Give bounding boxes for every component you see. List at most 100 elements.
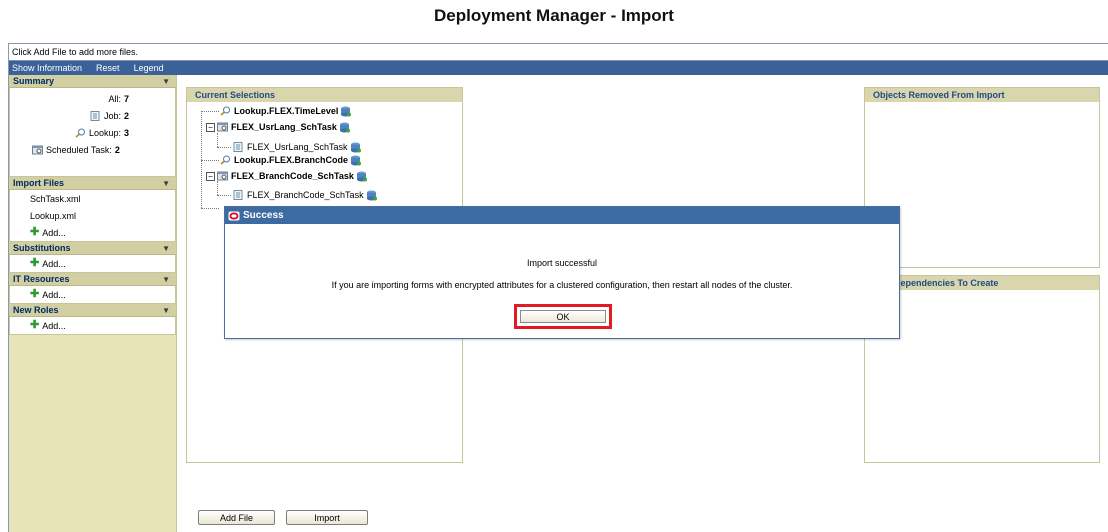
plus-icon: ✚ (30, 257, 40, 269)
database-icon (356, 171, 367, 181)
ok-button[interactable]: OK (520, 310, 606, 323)
tree-line (217, 147, 231, 148)
substitutions-title: Substitutions (13, 243, 71, 253)
lookup-icon (75, 128, 85, 138)
tree-line (201, 111, 219, 112)
summary-value: 7 (123, 93, 129, 104)
summary-value: 3 (123, 127, 129, 138)
database-icon (350, 142, 361, 152)
objects-removed-title: Objects Removed From Import (865, 88, 1099, 102)
collapse-arrow-icon[interactable]: ▼ (162, 275, 170, 284)
summary-header[interactable]: Summary ▼ (9, 75, 176, 88)
summary-row-all: All: 7 (10, 90, 175, 107)
add-substitution-link[interactable]: ✚ Add... (10, 255, 175, 272)
add-label: Add... (42, 258, 66, 269)
collapse-tree-icon[interactable]: − (206, 171, 215, 181)
import-files-panel: SchTask.xml Lookup.xml ✚ Add... (9, 190, 176, 242)
summary-value: 2 (123, 110, 129, 121)
dialog-message-primary: Import successful (526, 258, 598, 268)
menu-legend[interactable]: Legend (130, 63, 174, 73)
add-file-button[interactable]: Add File (198, 510, 275, 525)
tree-item[interactable]: − FLEX_BranchCode_SchTask (206, 169, 367, 183)
job-icon (233, 142, 243, 152)
substitutions-header[interactable]: Substitutions ▼ (9, 242, 176, 255)
tree-item-label: Lookup.FLEX.BranchCode (234, 155, 349, 165)
tree-line (217, 195, 231, 196)
job-icon (233, 190, 243, 200)
database-icon (339, 122, 350, 132)
scheduled-task-icon (217, 171, 228, 181)
collapse-tree-icon[interactable]: − (206, 122, 215, 132)
dialog-message-secondary: If you are importing forms with encrypte… (331, 280, 793, 290)
plus-icon: ✚ (30, 226, 40, 238)
new-roles-header[interactable]: New Roles ▼ (9, 304, 176, 317)
dialog-title: Success (243, 210, 284, 221)
summary-label: Scheduled Task: (46, 144, 112, 155)
tree-item-label: FLEX_UsrLang_SchTask (247, 142, 348, 152)
collapse-arrow-icon[interactable]: ▼ (162, 306, 170, 315)
add-label: Add... (42, 227, 66, 238)
summary-label: Lookup: (88, 127, 121, 138)
tree-item[interactable]: Lookup.FLEX.TimeLevel (220, 104, 352, 118)
summary-panel: All: 7 Job: 2 Lookup: 3 Scheduled Task: … (9, 88, 176, 177)
add-new-role-link[interactable]: ✚ Add... (10, 317, 175, 334)
summary-row-lookup: Lookup: 3 (10, 124, 175, 141)
summary-title: Summary (13, 76, 55, 86)
tree-line (201, 208, 219, 209)
tree-line (217, 181, 218, 195)
tree-item[interactable]: FLEX_BranchCode_SchTask (233, 188, 377, 202)
summary-row-scheduled-task: Scheduled Task: 2 (10, 141, 175, 158)
hint-text: Click Add File to add more files. (9, 44, 1108, 61)
it-resources-panel: ✚ Add... (9, 286, 176, 304)
job-icon (90, 110, 100, 121)
tree-item[interactable]: Lookup.FLEX.BranchCode (220, 153, 362, 167)
menu-show-information[interactable]: Show Information (12, 63, 92, 73)
menu-bar: Show Information Reset Legend (9, 61, 1108, 75)
scheduled-task-icon (32, 145, 43, 154)
collapse-arrow-icon[interactable]: ▼ (162, 77, 170, 86)
it-resources-title: IT Resources (13, 274, 70, 284)
plus-icon: ✚ (30, 288, 40, 300)
scheduled-task-icon (217, 122, 228, 132)
plus-icon: ✚ (30, 319, 40, 331)
menu-reset[interactable]: Reset (92, 63, 130, 73)
tree-item-label: Lookup.FLEX.TimeLevel (234, 106, 339, 116)
collapse-arrow-icon[interactable]: ▼ (162, 244, 170, 253)
database-icon (351, 155, 362, 165)
tree-item-label: FLEX_BranchCode_SchTask (247, 190, 364, 200)
summary-label: Job: (103, 110, 121, 121)
page-title: Deployment Manager - Import (434, 6, 674, 25)
tree-item-label: FLEX_BranchCode_SchTask (231, 171, 354, 181)
tree-item[interactable]: − FLEX_UsrLang_SchTask (206, 120, 350, 134)
import-file-item[interactable]: SchTask.xml (10, 190, 175, 207)
import-files-title: Import Files (13, 178, 65, 188)
add-import-file-link[interactable]: ✚ Add... (10, 224, 175, 241)
tree-line (217, 133, 218, 147)
summary-label: All: (108, 93, 121, 104)
current-selections-title: Current Selections (187, 88, 462, 102)
add-it-resource-link[interactable]: ✚ Add... (10, 286, 175, 303)
dialog-title-bar[interactable]: Success (225, 207, 899, 224)
summary-row-job: Job: 2 (10, 107, 175, 124)
success-dialog: Success Import successful If you are imp… (224, 206, 900, 339)
import-button[interactable]: Import (286, 510, 368, 525)
collapse-arrow-icon[interactable]: ▼ (162, 179, 170, 188)
lookup-icon (220, 155, 230, 165)
database-icon (366, 190, 377, 200)
tree-item-label: FLEX_UsrLang_SchTask (231, 122, 337, 132)
import-files-header[interactable]: Import Files ▼ (9, 177, 176, 190)
oracle-logo-icon (228, 211, 240, 220)
sidebar: Summary ▼ All: 7 Job: 2 Lookup: 3 Schedu… (9, 75, 177, 532)
new-roles-title: New Roles (13, 305, 59, 315)
import-file-item[interactable]: Lookup.xml (10, 207, 175, 224)
add-label: Add... (42, 320, 66, 331)
add-label: Add... (42, 289, 66, 300)
database-icon (341, 106, 352, 116)
tree-item[interactable]: FLEX_UsrLang_SchTask (233, 140, 361, 154)
dependencies-title: sing Dependencies To Create (865, 276, 1099, 290)
summary-value: 2 (114, 144, 120, 155)
ok-button-highlight: OK (514, 304, 612, 329)
lookup-icon (220, 106, 230, 116)
tree-line (201, 160, 219, 161)
it-resources-header[interactable]: IT Resources ▼ (9, 273, 176, 286)
